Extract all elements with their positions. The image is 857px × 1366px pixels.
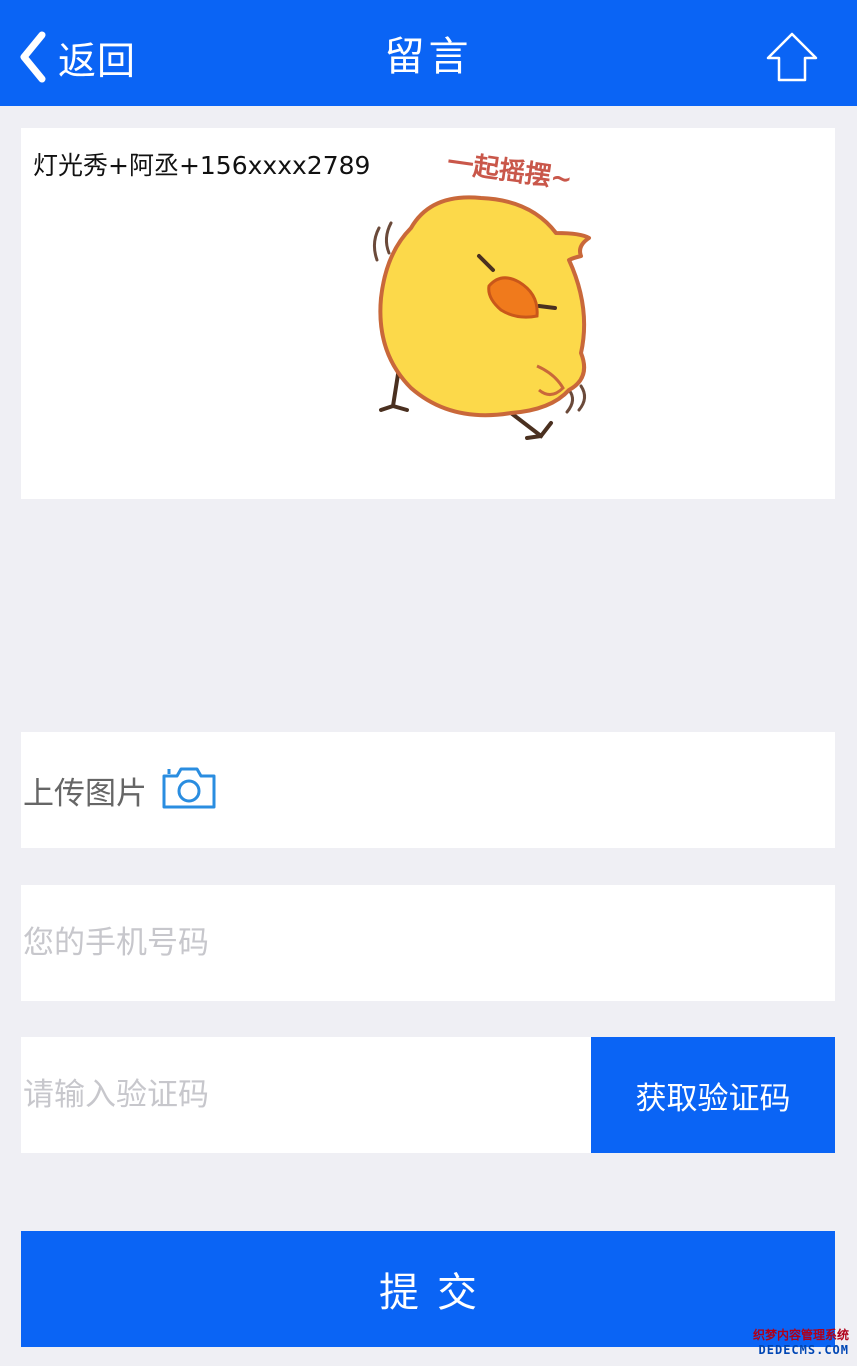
message-text: 灯光秀+阿丞+156xxxx2789 bbox=[33, 151, 371, 180]
sticker-caption: 一起摇摆~ bbox=[445, 148, 574, 195]
page-title: 留言 bbox=[384, 34, 473, 80]
verify-code-input[interactable] bbox=[21, 1037, 591, 1153]
nav-bar: 返回 留言 bbox=[0, 0, 857, 106]
watermark-line1: 织梦内容管理系统 bbox=[752, 1328, 849, 1342]
submit-button[interactable]: 提交 bbox=[21, 1231, 835, 1347]
message-box[interactable]: 灯光秀+阿丞+156xxxx2789 一起摇摆~ bbox=[21, 128, 835, 499]
verify-code-row bbox=[21, 1037, 591, 1153]
get-code-button[interactable]: 获取验证码 bbox=[591, 1037, 835, 1153]
phone-row bbox=[21, 885, 835, 1001]
upload-label: 上传图片 bbox=[23, 775, 147, 812]
chick-sticker-image: 一起摇摆~ bbox=[341, 138, 611, 448]
watermark-line2: DEDECMS.COM bbox=[758, 1343, 849, 1357]
watermark-logo: 织梦内容管理系统 DEDECMS.COM bbox=[753, 1328, 849, 1358]
camera-icon[interactable] bbox=[161, 766, 217, 814]
upload-image-row[interactable]: 上传图片 bbox=[21, 732, 835, 848]
phone-input[interactable] bbox=[21, 885, 835, 1001]
home-icon bbox=[764, 32, 820, 88]
home-button[interactable] bbox=[764, 30, 820, 84]
